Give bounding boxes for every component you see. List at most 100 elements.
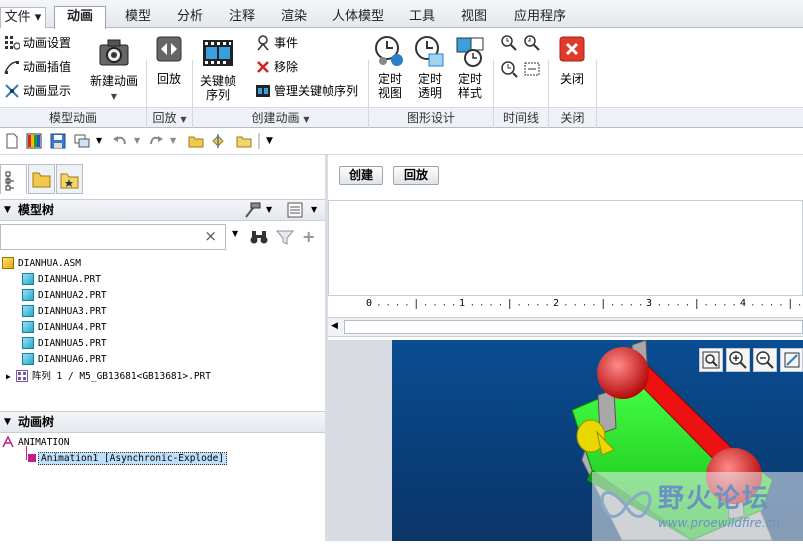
new-animation-button[interactable]: 新建动画 ▼ [86,36,142,104]
tab-render[interactable]: 渲染 [270,7,318,28]
tab-model-tree[interactable] [0,164,27,194]
clear-search-icon[interactable]: × [204,227,217,245]
ruler-tick [378,304,380,306]
timeline-zoom-out-icon[interactable] [523,34,541,52]
ruler-tick [546,304,548,306]
add-filter-icon[interactable]: + [302,227,315,246]
tree-settings-dropdown-icon[interactable]: ▼ [266,200,272,220]
show-columns-dropdown-icon[interactable]: ▼ [311,200,317,220]
ruler-tick [724,304,726,306]
regenerate-icon[interactable] [210,133,226,149]
anim-settings-button[interactable]: 动画设置 [4,33,71,53]
timeline-clock-icon[interactable] [500,60,518,78]
close-red-icon [559,36,585,62]
manage-keyframe-button[interactable]: 管理关键帧序列 [255,81,358,101]
model-tree-item[interactable]: DIANHUA4.PRT [22,320,107,335]
dropdown-arrow-icon: ▼ [110,92,118,101]
keyframe-sequence-button[interactable]: 关键帧 序列 [195,36,241,102]
animation-tree-header[interactable]: ▼ 动画树 [0,411,325,433]
ruler-tick [602,299,604,309]
ruler-tick [630,304,632,306]
model-tree-header[interactable]: ▼ 模型树 ▼ ▼ [0,199,325,221]
window-icon[interactable] [74,133,90,149]
refit-icon[interactable] [699,348,723,372]
tab-manikin[interactable]: 人体模型 [322,7,394,28]
tree-search-input[interactable]: × [0,224,226,250]
timeline-ruler[interactable]: 0 1 2 3 4 [328,296,803,316]
model-tree-item[interactable]: DIANHUA5.PRT [22,336,107,351]
tab-animation[interactable]: 动画 [54,6,106,29]
timed-view-button[interactable]: 定时 视图 [372,34,408,100]
timeline-graph-area[interactable] [328,200,803,296]
new-file-icon[interactable] [4,133,20,149]
remove-button[interactable]: 移除 [255,57,298,77]
timeline-horizontal-scrollbar[interactable]: ◀ [328,317,803,337]
tab-applications[interactable]: 应用程序 [502,7,578,28]
zoom-out-icon[interactable] [753,348,777,372]
timed-style-button[interactable]: 定时 样式 [452,34,488,100]
timeline-zoom-in-icon[interactable] [500,34,518,52]
watermark-url: www.proewildfire.cn [658,516,780,530]
create-button[interactable]: 创建 [339,166,383,185]
redo-dropdown-icon[interactable]: ▼ [170,133,180,149]
film-strip-icon [201,36,235,70]
ruler-tick [780,304,782,306]
ruler-ticks [378,299,801,309]
undo-dropdown-icon[interactable]: ▼ [134,133,144,149]
window-dropdown-icon[interactable]: ▼ [96,133,106,149]
tab-folder-browser[interactable] [28,164,55,194]
group-label-playback[interactable]: 回放 ▼ [147,107,192,127]
ruler-tick [415,299,417,309]
model-tree-item[interactable]: DIANHUA2.PRT [22,288,107,303]
tab-favorites[interactable] [56,164,83,194]
animation-item-icon [28,453,36,462]
close-animation-button[interactable]: 关闭 [552,36,592,86]
open-folder-icon[interactable] [188,133,204,149]
scrollbar-thumb[interactable] [344,320,803,334]
anim-interp-button[interactable]: 动画插值 [4,57,71,77]
search-dropdown-icon[interactable]: ▼ [232,229,238,238]
zoom-in-icon[interactable] [726,348,750,372]
tab-annotate[interactable]: 注释 [218,7,266,28]
tree-settings-icon[interactable] [243,201,263,219]
model-tree-item-pattern[interactable]: ▶ 阵列 1 / M5_GB13681<GB13681>.PRT [6,369,211,384]
undo-icon[interactable] [112,133,128,149]
part-icon [22,320,34,333]
event-button[interactable]: 事件 [255,33,298,53]
repaint-icon[interactable] [780,348,803,372]
model-tree-item[interactable]: DIANHUA.ASM [2,256,81,271]
tab-file[interactable]: 文件 ▾ [0,7,46,28]
group-label-create-animation[interactable]: 创建动画 ▼ [193,107,368,127]
filter-icon[interactable] [275,229,295,245]
playback-panel-button[interactable]: 回放 [393,166,439,185]
ruler-tick [481,304,483,306]
ruler-tick [789,299,791,309]
anim-display-button[interactable]: 动画显示 [4,81,71,101]
timed-style-icon [453,34,487,68]
model-tree-item[interactable]: DIANHUA6.PRT [22,352,107,367]
ruler-tick [658,304,660,306]
playback-button[interactable]: 回放 [150,36,188,86]
binoculars-icon[interactable] [250,229,268,245]
timed-transparency-button[interactable]: 定时 透明 [412,34,448,100]
model-tree-item[interactable]: DIANHUA.PRT [22,272,101,287]
model-tree-item[interactable]: DIANHUA3.PRT [22,304,107,319]
scroll-left-arrow-icon[interactable]: ◀ [331,321,338,331]
show-columns-icon[interactable] [287,202,303,218]
animation-tree-root[interactable]: ANIMATION [2,435,69,450]
appearance-icon[interactable] [26,133,42,149]
tab-tools[interactable]: 工具 [398,7,446,28]
customize-dropdown-icon[interactable]: ▼ [266,133,278,149]
tab-model[interactable]: 模型 [112,7,164,28]
folder-icon[interactable] [236,133,252,149]
animation-root-icon [2,435,14,448]
timeline-fit-icon[interactable] [523,60,541,78]
animation-tree-item-selected[interactable]: Animation1 [Asynchronic-Explode] [26,446,228,466]
save-icon[interactable] [50,133,66,149]
redo-icon[interactable] [148,133,164,149]
collapse-arrow-icon: ▼ [4,417,11,427]
tab-analysis[interactable]: 分析 [166,7,214,28]
tab-view[interactable]: 视图 [450,7,498,28]
expand-arrow-icon[interactable]: ▶ [6,372,11,381]
part-icon [22,336,34,349]
